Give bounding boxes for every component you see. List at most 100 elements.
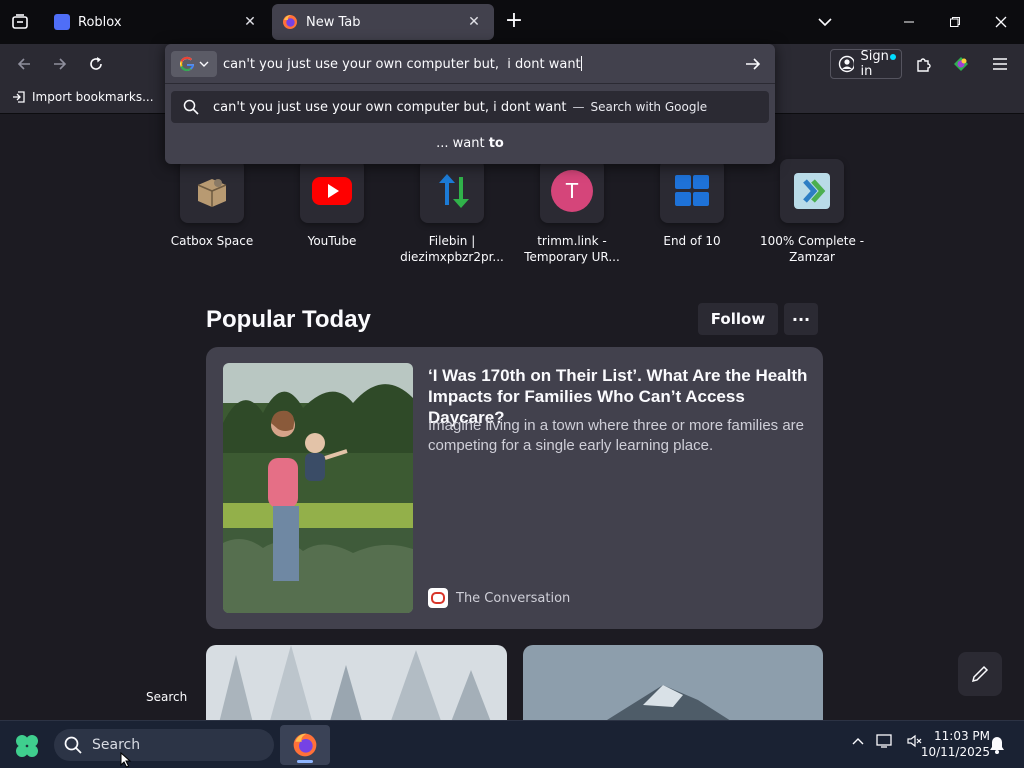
import-icon [13,91,25,103]
taskbar-firefox[interactable] [280,725,330,765]
reload-button[interactable] [82,50,110,78]
story-card[interactable]: ‘I Was 170th on Their List’. What Are th… [206,347,823,629]
story-card-snow-forest[interactable] [206,645,507,720]
shortcut-youtube[interactable]: YouTube [272,159,392,249]
clock-time: 11:03 PM [934,729,990,743]
hamburger-icon [993,58,1007,70]
tab-title: Roblox [78,14,122,30]
tab-list-icon [12,14,28,29]
forward-button[interactable] [46,50,74,78]
suggestion-action: Search with Google [590,100,708,114]
google-icon [180,56,194,72]
extensions-button[interactable] [910,50,938,78]
suggestion-bold: to [488,136,504,151]
restore-icon [950,17,960,27]
shortcut-label: Filebin | diezimxpbzr2pr... [400,234,504,264]
floating-search-label: Search [146,690,188,704]
urlbar-value: can't you just use your own computer but… [223,57,581,72]
close-tab-icon[interactable]: ✕ [464,12,484,32]
shortcut-tile [780,159,844,223]
close-icon [995,16,1007,28]
story-photo [223,363,413,613]
extension-button[interactable] [947,50,975,78]
chevron-up-icon[interactable] [852,736,864,746]
urlbar-popup: can't you just use your own computer but… [165,44,775,164]
shortcut-trimm[interactable]: T trimm.link - Temporary UR... [512,159,632,265]
tab-title: New Tab [306,14,361,30]
taskbar: Search 11:03 PM 10/11/2025 [0,720,1024,768]
shortcut-end-of-10[interactable]: End of 10 [632,159,752,249]
search-engine-selector[interactable] [171,51,217,77]
suggestion-query: can't you just use your own computer but… [213,99,567,115]
text-caret [580,56,582,71]
story-source: The Conversation [428,588,570,608]
maximize-button[interactable] [932,0,978,44]
extension-logo-icon [954,57,968,71]
suggestion-search-google[interactable]: can't you just use your own computer but… [171,91,769,123]
section-title: Popular Today [206,306,371,333]
pencil-icon [971,665,989,683]
follow-button[interactable]: Follow [698,303,778,335]
import-bookmarks-button[interactable]: Import bookmarks... [12,90,154,104]
window-controls [886,0,1024,44]
new-tab-button[interactable]: + [502,10,526,34]
back-button[interactable] [10,50,38,78]
mouse-cursor-icon [120,752,132,768]
urlbar[interactable]: can't you just use your own computer but… [165,44,775,84]
network-icon[interactable] [876,733,894,749]
sign-in-button[interactable]: Sign in [830,49,902,79]
shortcut-label: 100% Complete - Zamzar [759,234,865,264]
browser-window: Roblox ✕ New Tab ✕ + Sign in Import book… [0,0,1024,768]
snow-mountain-photo [523,645,823,720]
import-bookmarks-label: Import bookmarks... [32,90,154,104]
arrows-updown-icon [439,174,469,208]
reload-icon [90,57,102,70]
letter-t-icon: T [551,170,593,212]
tab-list-button[interactable] [8,10,32,34]
arrow-right-icon [746,58,761,70]
customize-button[interactable] [958,652,1002,696]
go-button[interactable] [741,52,765,76]
search-icon [183,99,199,115]
shortcut-label: trimm.link - Temporary UR... [524,234,620,264]
shortcut-tile [180,159,244,223]
urlbar-input[interactable]: can't you just use your own computer but… [223,56,582,72]
notification-bell-icon[interactable] [988,735,1006,755]
snow-forest-photo [206,645,507,720]
more-options-button[interactable]: ··· [784,303,818,335]
account-icon [838,55,855,73]
story-excerpt: Imagine living in a town where three or … [428,417,805,454]
tab-roblox[interactable]: Roblox ✕ [44,4,270,40]
firefox-icon [293,733,317,757]
shortcut-filebin[interactable]: Filebin | diezimxpbzr2pr... [392,159,512,265]
shortcut-zamzar[interactable]: 100% Complete - Zamzar [752,159,872,265]
suggestion-completion[interactable]: ... want to [165,136,775,151]
clock[interactable]: 11:03 PM 10/11/2025 [920,728,990,760]
taskbar-search[interactable]: Search [54,729,274,761]
chevron-down-icon [199,61,209,67]
tab-new-tab[interactable]: New Tab ✕ [272,4,494,40]
puzzle-icon [917,58,931,72]
shortcut-label: End of 10 [663,234,721,248]
sign-in-label: Sign in [860,49,889,79]
menu-button[interactable] [986,50,1014,78]
suggestion-separator: — [572,100,585,114]
notification-dot [890,54,896,60]
roblox-icon [54,14,70,30]
story-source-name: The Conversation [456,590,571,606]
story-image [223,363,413,613]
new-tab-page: Catbox Space YouTube Filebin | diezimxpb… [0,115,1024,720]
story-card-snow-mountain[interactable] [523,645,823,720]
box-icon [197,179,227,207]
shortcut-catbox[interactable]: Catbox Space [152,159,272,249]
arrow-right-icon [54,58,67,70]
close-window-button[interactable] [978,0,1024,44]
search-icon [64,736,82,754]
system-tray [852,733,922,749]
list-all-tabs-button[interactable] [812,10,838,34]
the-conversation-logo-icon [428,588,448,608]
minimize-button[interactable] [886,0,932,44]
start-icon[interactable] [14,733,40,759]
close-tab-icon[interactable]: ✕ [240,12,260,32]
clock-date: 10/11/2025 [920,745,990,759]
